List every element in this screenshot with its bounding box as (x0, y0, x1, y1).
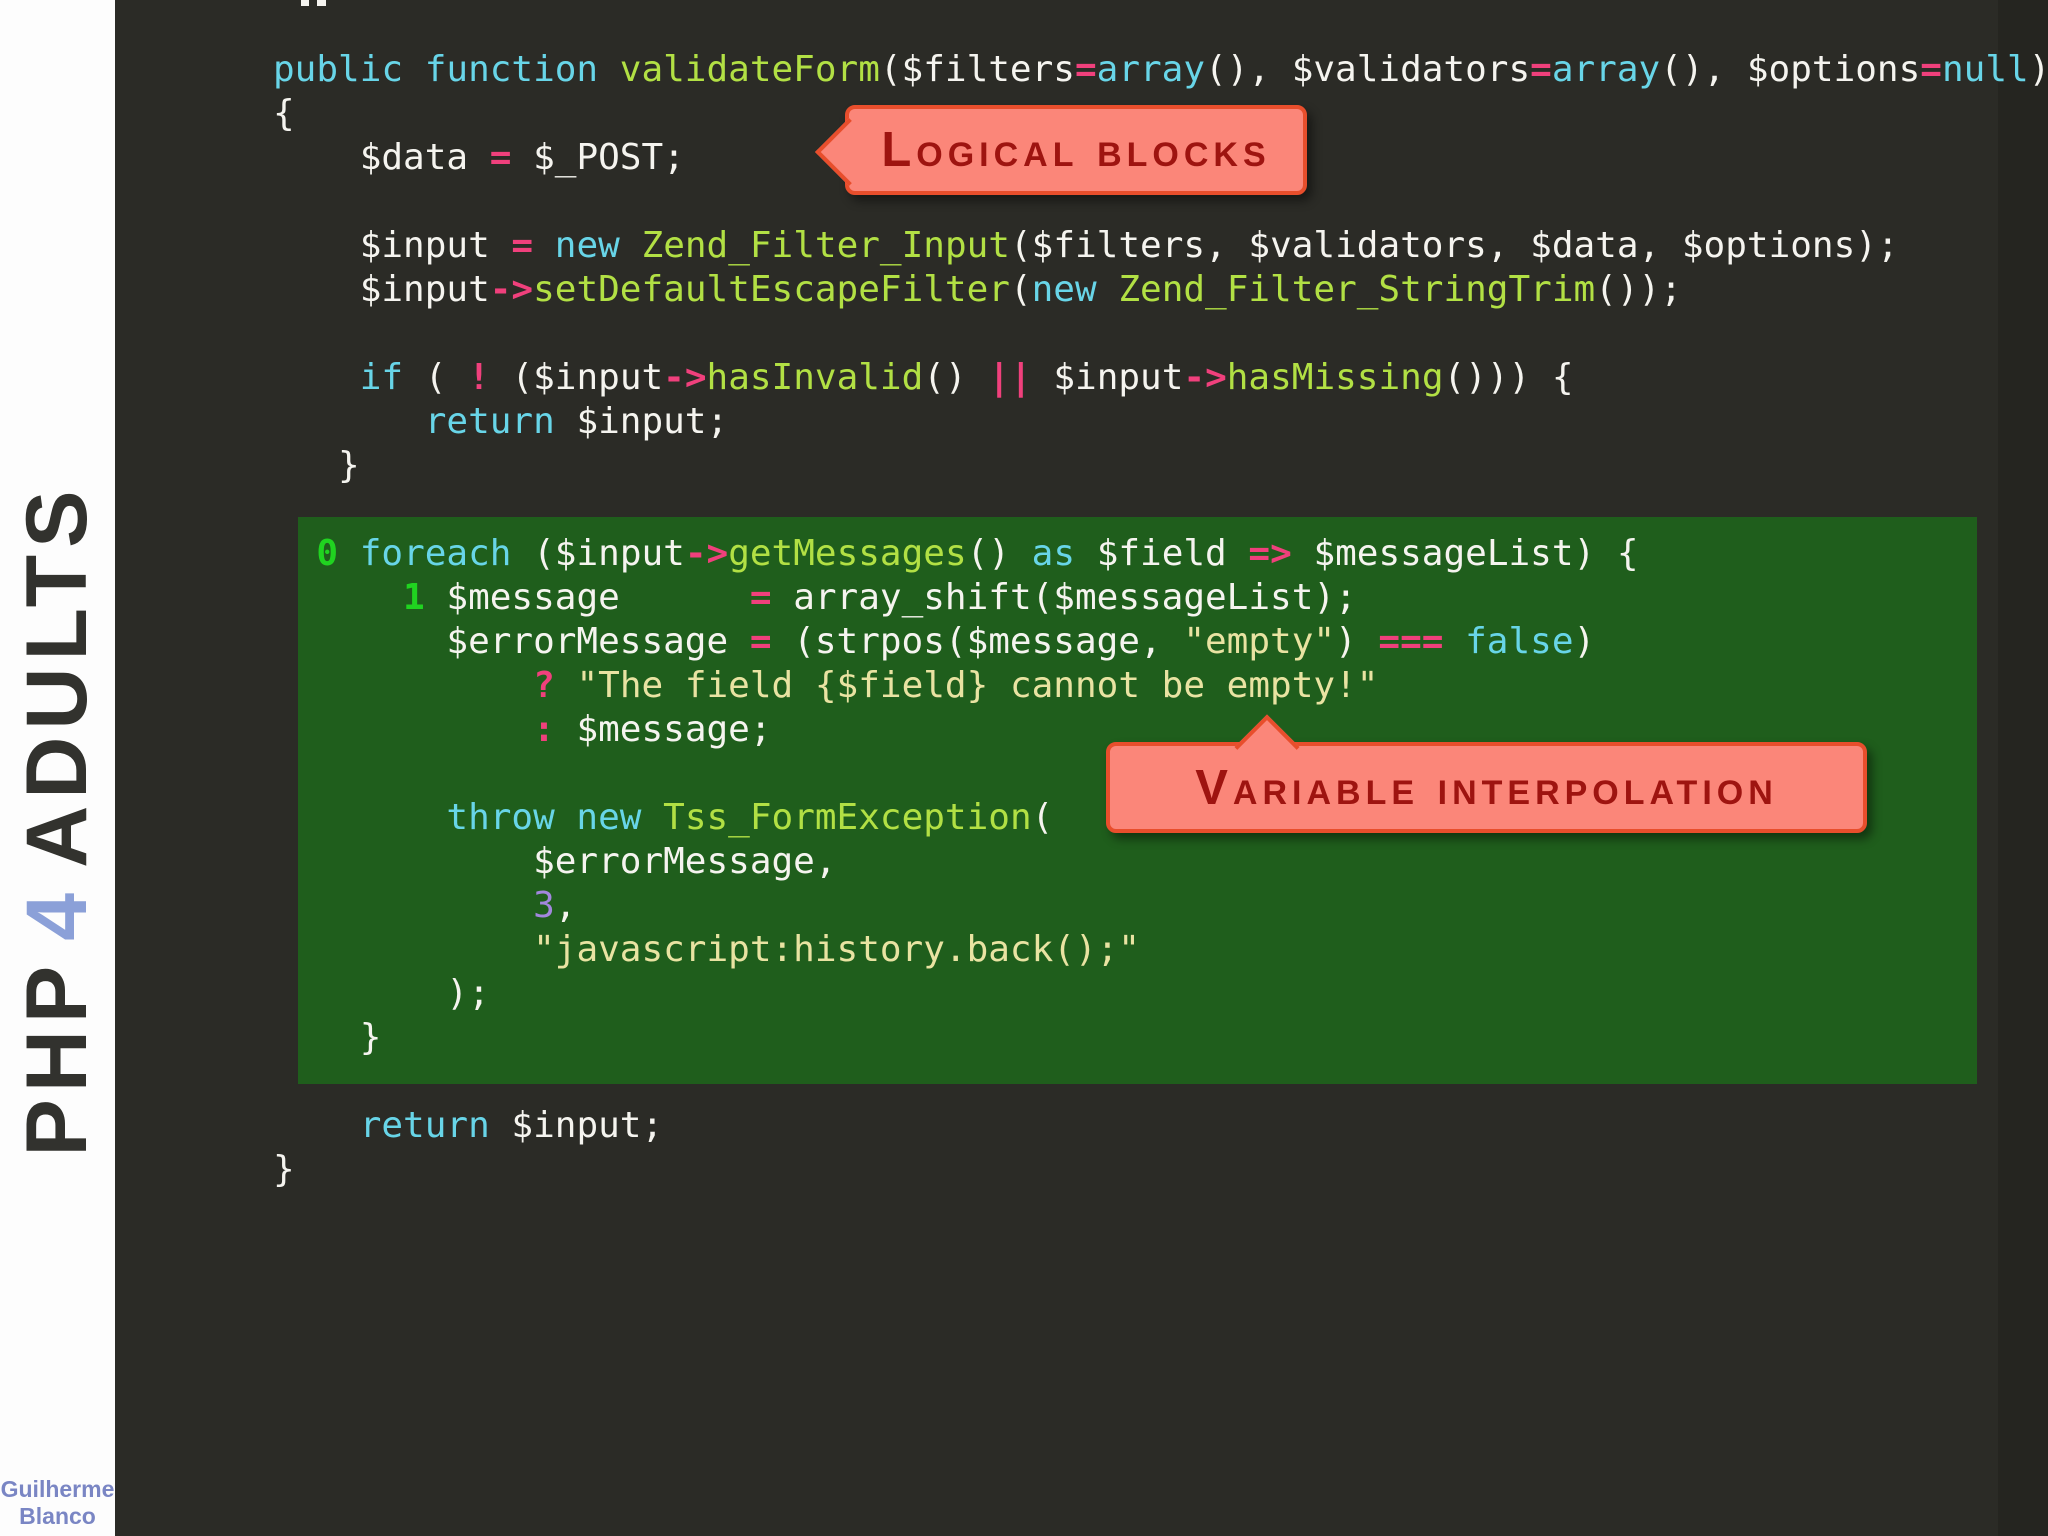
author-last-name: Blanco (19, 1503, 96, 1529)
callout-variable-interpolation: Variable interpolation (1106, 714, 1867, 833)
code-line: return $input; (424, 401, 729, 442)
code-line: $errorMessage = (strpos($message, "empty… (273, 621, 1596, 662)
slide-content-area: public function validateForm($filters=ar… (115, 0, 2048, 1536)
code-line: } (273, 445, 360, 486)
code-line: 1 $message = array_shift($messageList); (403, 577, 1357, 618)
sidebar-vertical-title: PHP 4 ADULTS (2, 380, 112, 1260)
sidebar-title-php: PHP (9, 958, 105, 1157)
author-credit: Guilherme Blanco (0, 1476, 115, 1530)
code-line: 3, (533, 885, 577, 926)
sidebar: PHP 4 ADULTS Guilherme Blanco (0, 0, 115, 1536)
sidebar-title-adults: ADULTS (9, 483, 105, 868)
code-line: if ( ! ($input->hasInvalid() || $input->… (359, 357, 1574, 398)
callout-variable-interpolation-label: Variable interpolation (1195, 760, 1778, 815)
clipped-code-fragment (317, 0, 326, 6)
code-line: } (273, 1017, 382, 1058)
code-line: $input = new Zend_Filter_Input($filters,… (273, 225, 1899, 266)
code-line: "javascript:history.back();" (533, 929, 1140, 970)
clipped-code-fragment (301, 0, 309, 6)
code-line: 0 foreach ($input->getMessages() as $fie… (316, 533, 1639, 574)
code-line: } (273, 1149, 295, 1190)
author-first-name: Guilherme (0, 1476, 115, 1502)
code-block: public function validateForm($filters=ar… (273, 48, 2048, 1192)
sidebar-title-4: 4 (9, 885, 105, 941)
code-line: public function validateForm($filters=ar… (273, 49, 2048, 90)
callout-logical-blocks: Logical blocks (815, 105, 1307, 195)
slide: { "sidebar": { "title_php": "PHP", "titl… (0, 0, 2048, 1536)
code-line: $errorMessage, (273, 841, 837, 882)
code-line: ? "The field {$field} cannot be empty!" (533, 665, 1379, 706)
code-line: return $input; (359, 1105, 664, 1146)
code-line: $input->setDefaultEscapeFilter(new Zend_… (273, 269, 1682, 310)
callout-logical-blocks-label: Logical blocks (881, 123, 1271, 177)
code-line: ); (273, 973, 490, 1014)
